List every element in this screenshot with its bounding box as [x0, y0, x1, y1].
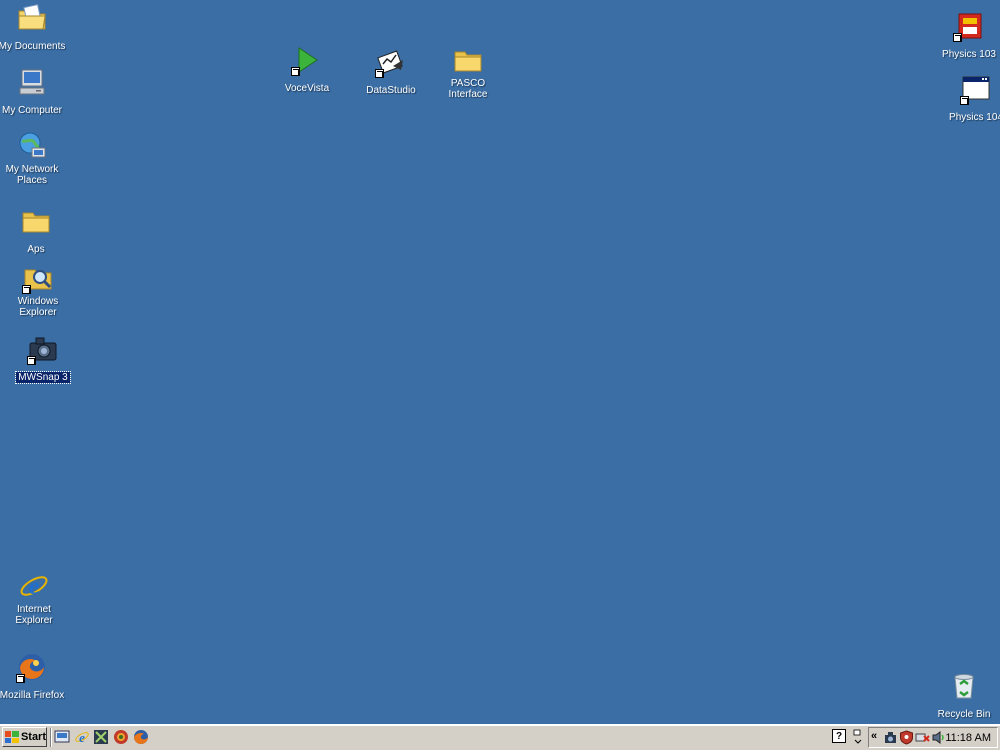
- tray-expand-chevron[interactable]: «: [871, 730, 877, 742]
- computer-icon: [16, 66, 48, 98]
- media-icon[interactable]: [93, 729, 109, 745]
- desktop-icon-label: Physics 104: [949, 112, 1000, 123]
- desktop-icon-aps[interactable]: Aps: [0, 205, 74, 257]
- network-tray-icon[interactable]: [883, 730, 898, 745]
- desktop-icon-label: My Computer: [1, 105, 62, 116]
- explorer-icon: [22, 262, 54, 294]
- language-bar-icon[interactable]: [853, 728, 863, 746]
- desktop-icon-label: My Documents: [0, 41, 66, 52]
- volume-tray-icon[interactable]: [931, 730, 946, 745]
- windows-logo-icon: [5, 731, 19, 743]
- folder-documents-icon: [16, 2, 48, 34]
- desktop-icon-label: My Network Places: [5, 164, 59, 186]
- desktop-icon-label: Physics 103: [942, 49, 996, 60]
- desktop-icon-pasco-interface[interactable]: PASCO Interface: [430, 44, 506, 102]
- desktop-icon-recycle-bin[interactable]: Recycle Bin: [926, 670, 1000, 722]
- desktop-icon-my-network-places[interactable]: My Network Places: [0, 130, 70, 188]
- desktop-icon-my-computer[interactable]: My Computer: [0, 66, 70, 118]
- svg-text:e: e: [29, 574, 40, 600]
- clock[interactable]: 11:18 AM: [945, 732, 991, 744]
- firefox-icon[interactable]: [133, 729, 149, 745]
- desktop-icon-label: PASCO Interface: [448, 78, 488, 100]
- camera-icon: [27, 333, 59, 365]
- desktop-icon-label: Aps: [27, 244, 45, 255]
- svg-text:e: e: [79, 730, 85, 745]
- browser-icon[interactable]: [113, 729, 129, 745]
- desktop-icon-label: Windows Explorer: [17, 296, 59, 318]
- desktop-icon-windows-explorer[interactable]: Windows Explorer: [0, 262, 76, 320]
- datastudio-icon: [375, 46, 407, 78]
- desktop-icon-label: DataStudio: [366, 85, 416, 96]
- desktop-icon-internet-explorer[interactable]: e Internet Explorer: [0, 570, 72, 628]
- desktop-icon-label: Recycle Bin: [937, 709, 991, 720]
- start-label: Start: [20, 731, 46, 743]
- play-arrow-icon: [291, 44, 323, 76]
- desktop-icon-vocevista[interactable]: VoceVista: [269, 44, 345, 96]
- system-tray: « 11:18 AM: [868, 727, 998, 748]
- desktop-icon-label: Mozilla Firefox: [0, 690, 65, 701]
- desktop-icon-datastudio[interactable]: DataStudio: [353, 46, 429, 98]
- desktop-icon-mozilla-firefox[interactable]: Mozilla Firefox: [0, 651, 70, 703]
- desktop-icon-label: Internet Explorer: [15, 604, 53, 626]
- desktop-icon-my-documents[interactable]: My Documents: [0, 2, 70, 54]
- folder-icon: [20, 205, 52, 237]
- desktop-icon-label: MWSnap 3: [15, 371, 71, 384]
- physics-app-icon: [953, 10, 985, 42]
- connection-status-icon[interactable]: [915, 730, 930, 745]
- internet-explorer-icon[interactable]: e: [74, 729, 90, 745]
- network-icon: [16, 130, 48, 162]
- desktop-icon-physics-103[interactable]: Physics 103: [931, 10, 1000, 62]
- desktop-icon-label: VoceVista: [284, 83, 330, 94]
- desktop-icon-mwsnap[interactable]: MWSnap 3: [5, 333, 81, 385]
- security-shield-icon[interactable]: [899, 730, 914, 745]
- window-app-icon: [960, 73, 992, 105]
- recycle-bin-icon: [948, 670, 980, 702]
- start-button[interactable]: Start: [2, 727, 47, 747]
- folder-icon: [452, 44, 484, 76]
- show-desktop-icon[interactable]: [54, 729, 70, 745]
- internet-explorer-icon: e: [18, 570, 50, 602]
- help-icon[interactable]: ?: [832, 729, 846, 743]
- desktop-icon-physics-104[interactable]: Physics 104: [938, 73, 1000, 125]
- firefox-icon: [16, 651, 48, 683]
- quick-launch-separator: [50, 728, 52, 747]
- taskbar: Start e ? « 11:18 AM: [0, 724, 1000, 750]
